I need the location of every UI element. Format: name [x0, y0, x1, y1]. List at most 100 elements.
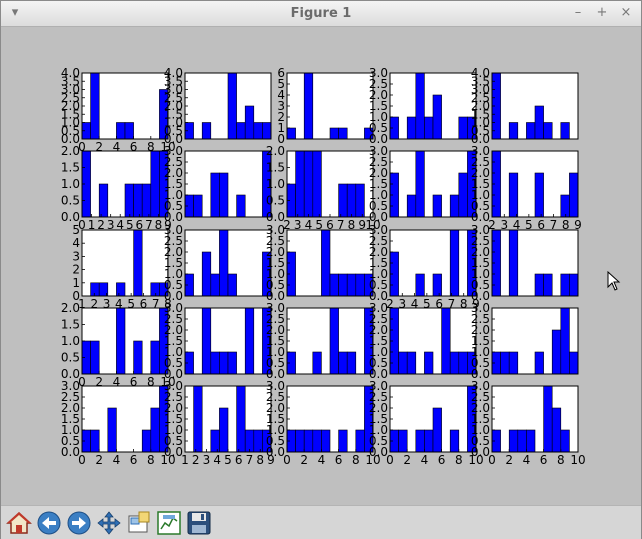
histogram-bar — [517, 429, 527, 453]
histogram-bar — [210, 273, 220, 297]
subplot-1-4: 0.00.51.01.52.02.53.02 3 4 5 6 7 8 9 — [471, 144, 582, 232]
histogram-bar — [295, 429, 305, 453]
subplot-2-2: 0.00.51.01.52.02.53.0 — [266, 223, 374, 303]
histogram-bar — [415, 429, 425, 453]
x-tick-label: 4 — [213, 453, 221, 467]
x-tick-label: 2 — [192, 453, 200, 467]
subplot-1-3: 0.00.51.01.52.02.53.0 — [369, 144, 477, 224]
y-tick-label: 1.5 — [61, 161, 80, 175]
histogram-bar — [90, 282, 100, 297]
histogram-bar — [133, 340, 143, 375]
y-tick-label: 0.0 — [266, 210, 285, 224]
y-tick-label: 0.5 — [61, 194, 80, 208]
histogram-bar — [551, 329, 562, 375]
histogram-bar — [355, 429, 365, 453]
histogram-bar — [449, 194, 460, 218]
histogram-bar — [236, 385, 246, 453]
subplot-0-1: 0.00.51.01.52.02.53.03.54.0 — [164, 66, 272, 146]
back-button[interactable] — [35, 509, 63, 537]
navigation-toolbar — [1, 505, 641, 539]
home-button[interactable] — [5, 509, 33, 537]
y-tick-label: 6 — [277, 66, 285, 80]
histogram-bar — [526, 122, 536, 140]
histogram-bar — [432, 273, 442, 297]
histogram-bar — [150, 340, 160, 375]
zoom-button[interactable] — [125, 509, 153, 537]
maximize-icon[interactable]: + — [594, 5, 610, 21]
histogram-bar — [150, 282, 160, 297]
mouse-cursor — [607, 270, 621, 295]
histogram-grid: 0.00.51.01.52.02.53.03.54.00 2 4 6 8 100.00.5… — [61, 66, 586, 467]
histogram-bar — [569, 273, 579, 297]
histogram-bar — [449, 429, 460, 453]
histogram-bar — [406, 194, 417, 218]
y-tick-label: 4.0 — [471, 66, 490, 80]
y-tick-label: 2.0 — [266, 144, 285, 158]
histogram-bar — [219, 407, 229, 453]
histogram-bar — [560, 429, 570, 453]
arrow-left-icon — [37, 511, 61, 535]
subplot-4-0: 0.00.51.01.52.02.53.00 2 4 6 8 10 — [61, 379, 176, 467]
figure-window: ▾ Figure 1 – + × 0.0 0.5 1.0 1.5 2.0 2.5 3.0 3.… — [0, 0, 642, 539]
subplot-3-3: 0.00.51.01.52.02.53.0 — [369, 301, 477, 381]
histogram-bar — [534, 351, 544, 375]
x-tick-label: 7 — [246, 453, 254, 467]
histogram-bar — [253, 122, 263, 140]
y-tick-label: 3.0 — [369, 379, 388, 393]
y-tick-label: 1 — [72, 276, 80, 290]
y-tick-label: 2 — [72, 263, 80, 277]
histogram-bar — [560, 307, 570, 375]
histogram-bar — [398, 351, 408, 375]
histogram-bar — [124, 122, 134, 140]
histogram-bar — [201, 251, 212, 297]
histogram-bar — [321, 229, 331, 297]
title-bar[interactable]: ▾ Figure 1 – + × — [1, 1, 641, 27]
figure-canvas[interactable]: 0.0 0.5 1.0 1.5 2.0 2.5 3.0 3.5 4.0 0 2 4 6 8 10 0.0 0.5… — [1, 28, 641, 505]
y-tick-label: 3.0 — [369, 223, 388, 237]
y-tick-label: 0.5 — [61, 351, 80, 365]
histogram-bar — [415, 150, 425, 218]
histogram-bar — [355, 273, 365, 297]
histogram-bar — [141, 183, 152, 218]
histogram-bar — [338, 429, 348, 453]
y-tick-label: 1.5 — [266, 161, 285, 175]
x-tick-label: 4 — [113, 453, 121, 467]
close-icon[interactable]: × — [618, 5, 634, 21]
subplot-0-0: 0.00.51.01.52.02.53.03.54.00 2 4 6 8 10 — [61, 66, 176, 154]
subplot-2-1: 0.00.51.01.52.02.53.0 — [164, 223, 272, 303]
histogram-bar — [201, 307, 212, 375]
histogram-bar — [534, 172, 544, 218]
forward-button[interactable] — [65, 509, 93, 537]
histogram-bar — [508, 122, 519, 140]
histogram-bar — [338, 351, 348, 375]
histogram-bar — [424, 351, 434, 375]
configure-button[interactable] — [155, 509, 183, 537]
histogram-bar — [458, 172, 468, 218]
histogram-bar — [508, 429, 519, 453]
histogram-bar — [508, 229, 519, 297]
histogram-bar — [424, 429, 434, 453]
y-tick-label: 3.0 — [164, 223, 183, 237]
pan-button[interactable] — [95, 509, 123, 537]
y-tick-label: 1.5 — [61, 318, 80, 332]
subplot-2-0: 0123451 2 3 4 5 6 7 8 — [72, 223, 171, 311]
x-tick-label: 10 — [570, 453, 585, 467]
subplot-0-3: 0.00.51.01.52.02.53.0 — [369, 66, 477, 146]
histogram-bar — [210, 429, 220, 453]
minimize-icon[interactable]: – — [570, 5, 586, 21]
histogram-bar — [329, 273, 339, 297]
histogram-bar — [116, 282, 126, 297]
x-tick-label: 0 — [283, 453, 291, 467]
save-button[interactable] — [185, 509, 213, 537]
x-tick-label: 3 — [203, 453, 211, 467]
y-tick-label: 3 — [72, 249, 80, 263]
y-tick-label: 3.0 — [266, 223, 285, 237]
subplot-3-4: 0.00.51.01.52.02.53.0 — [471, 301, 579, 381]
histogram-bar — [449, 351, 460, 375]
histogram-bar — [133, 183, 143, 218]
y-tick-label: 3.0 — [369, 301, 388, 315]
histogram-bar — [432, 194, 442, 218]
y-tick-label: 3.0 — [266, 301, 285, 315]
x-tick-label: 6 — [540, 453, 548, 467]
histogram-bar — [355, 183, 365, 218]
